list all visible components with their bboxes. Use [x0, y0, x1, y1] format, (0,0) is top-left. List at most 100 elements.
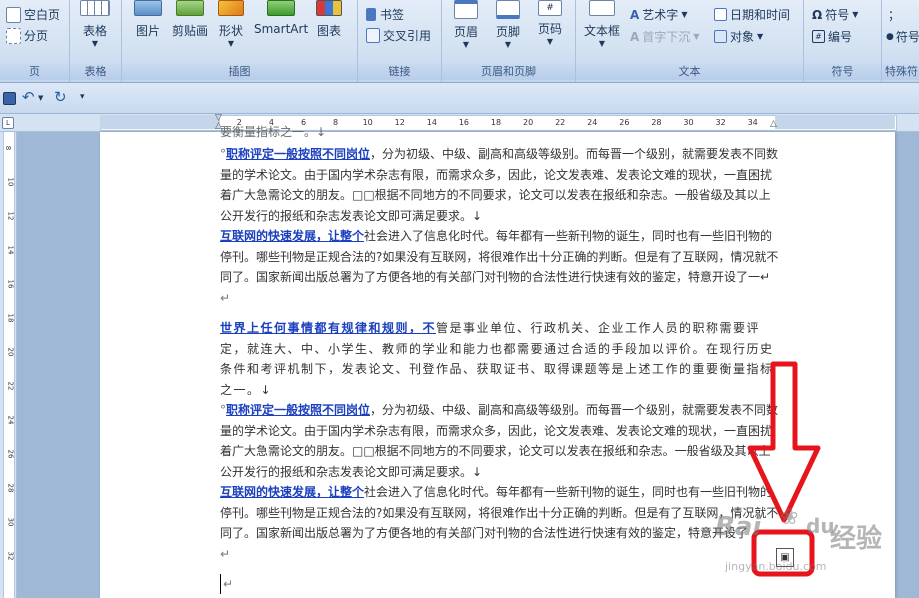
- group-illustrations: 图片 剪贴画 形状 ▼ SmartArt 图表 插图: [122, 0, 358, 82]
- clipart-icon: [176, 0, 204, 16]
- vertical-ruler: 8 10 12 14 16 18 20 22 24 26 28 30 32: [0, 132, 17, 598]
- group-symbols: Ω 符号 ▼ # 编号 符号: [804, 0, 882, 82]
- group-label-links: 链接: [358, 64, 441, 80]
- cross-reference-icon: [366, 28, 380, 43]
- vertical-ruler-tick-label: 16: [6, 279, 15, 289]
- wordart-dropdown-icon: ▼: [681, 10, 688, 19]
- blank-page-icon: [6, 6, 21, 23]
- vertical-ruler-tick-label: 28: [6, 483, 15, 493]
- undo-dropdown-icon[interactable]: ▼: [38, 94, 43, 102]
- shapes-dropdown-icon: ▼: [227, 39, 235, 48]
- paragraph-5-link[interactable]: 互联网的快速发展，让整个: [220, 485, 364, 499]
- group-label-symbols: 符号: [804, 64, 881, 80]
- vertical-ruler-tick-label: 30: [6, 517, 15, 527]
- paragraph-2-link[interactable]: 互联网的快速发展，让整个: [220, 229, 364, 243]
- drop-cap-button[interactable]: A 首字下沉 ▼: [630, 28, 699, 45]
- red-arrow-annotation: [747, 361, 821, 577]
- group-text: 文本框 ▼ A 艺术字 ▼ A 首字下沉 ▼ 日期和时间 对象 ▼ 文本: [576, 0, 804, 82]
- partial-line: 要衡量指标之一。↓: [220, 125, 327, 139]
- object-button[interactable]: 对象 ▼: [714, 28, 763, 45]
- paragraph-4: °职称评定一般按照不同岗位，分为初级、中级、副高和高级等级别。而每晋一个级别，就…: [220, 403, 779, 479]
- vertical-ruler-tick-label: 14: [6, 245, 15, 255]
- drop-cap-dropdown-icon: ▼: [693, 32, 700, 41]
- group-label-table: 表格: [70, 64, 121, 80]
- vertical-ruler-tick-label: 18: [6, 313, 15, 323]
- blank-paragraph-2: ↵: [220, 547, 231, 561]
- footer-dropdown-icon: ▼: [504, 40, 512, 49]
- shapes-icon: [218, 0, 244, 16]
- picture-button[interactable]: 图片: [134, 0, 162, 39]
- vertical-ruler-tick-label: 10: [6, 177, 15, 187]
- ruler-right-margin: [775, 115, 895, 129]
- vertical-ruler-tick-label: 20: [6, 347, 15, 357]
- group-label-header-footer: 页眉和页脚: [442, 64, 575, 80]
- semicolon-button[interactable]: ；: [888, 6, 900, 23]
- omega-icon: Ω: [812, 7, 823, 22]
- numbering-button[interactable]: # 编号: [812, 28, 852, 45]
- watermark-jing: 经验: [830, 524, 883, 554]
- group-links: 书签 交叉引用 链接: [358, 0, 442, 82]
- tab-selector-icon[interactable]: L: [2, 117, 14, 129]
- vertical-ruler-track: 8 10 12 14 16 18 20 22 24 26 28 30 32: [3, 132, 15, 598]
- group-label-pages: 页: [0, 64, 69, 80]
- object-dropdown-icon: ▼: [757, 32, 764, 41]
- vertical-ruler-tick-label: 22: [6, 381, 15, 391]
- page-number-dropdown-icon: ▼: [546, 37, 554, 46]
- picture-icon: [134, 0, 162, 16]
- wordart-icon: A: [630, 7, 640, 22]
- save-icon[interactable]: [3, 92, 16, 105]
- paragraph-1-link[interactable]: 职称评定一般按照不同岗位: [226, 147, 370, 161]
- footer-icon: [496, 0, 520, 19]
- page-break-icon: [6, 27, 21, 44]
- footer-button[interactable]: 页脚 ▼: [496, 0, 520, 49]
- watermark-brand: Bai: [715, 512, 762, 542]
- chart-icon: [316, 0, 342, 16]
- redo-icon[interactable]: ↻: [54, 88, 67, 106]
- smartart-icon: [267, 0, 296, 16]
- table-button[interactable]: 表格 ▼: [80, 0, 110, 48]
- bullet-icon: ●: [886, 31, 894, 42]
- date-time-button[interactable]: 日期和时间: [714, 6, 790, 23]
- page-break-button[interactable]: 分页: [6, 27, 48, 44]
- group-label-special-symbols: 特殊符: [882, 64, 919, 80]
- paragraph-3: 世界上任何事情都有规律和规则，不管是事业单位、行政机关、企业工作人员的职称需要评…: [220, 321, 774, 397]
- vertical-ruler-tick-label: 24: [6, 415, 15, 425]
- drop-cap-icon: A: [630, 29, 640, 44]
- paragraph-3-link[interactable]: 世界上任何事情都有规律和规则，不: [220, 321, 436, 335]
- group-pages: 空白页 分页 页: [0, 0, 70, 82]
- group-label-illustrations: 插图: [122, 64, 357, 80]
- clipart-button[interactable]: 剪贴画: [172, 0, 208, 39]
- page-number-button[interactable]: # 页码 ▼: [538, 0, 562, 46]
- cursor-paragraph-mark: ↵: [223, 577, 234, 591]
- textbox-button[interactable]: 文本框 ▼: [584, 0, 620, 48]
- text-cursor: [220, 574, 221, 594]
- paragraph-4-link[interactable]: 职称评定一般按照不同岗位: [226, 403, 370, 417]
- cross-reference-button[interactable]: 交叉引用: [366, 27, 431, 44]
- paragraph-2: 互联网的快速发展，让整个社会进入了信息化时代。每年都有一些新刊物的诞生，同时也有…: [220, 229, 779, 284]
- down-arrow-icon: [747, 361, 821, 523]
- symbol-button[interactable]: Ω 符号 ▼: [812, 6, 858, 23]
- header-button[interactable]: 页眉 ▼: [454, 0, 478, 49]
- quick-access-toolbar: ↶ ▼ ↻ ▾: [0, 83, 919, 114]
- shapes-button[interactable]: 形状 ▼: [218, 0, 244, 48]
- chart-button[interactable]: 图表: [316, 0, 342, 39]
- wordart-button[interactable]: A 艺术字 ▼: [630, 6, 687, 23]
- table-dropdown-icon: ▼: [91, 39, 99, 48]
- group-special-symbols: ； ● 符号 特殊符: [882, 0, 919, 82]
- undo-icon[interactable]: ↶: [22, 88, 35, 106]
- header-icon: [454, 0, 478, 19]
- page-number-icon: #: [538, 0, 562, 16]
- numbering-icon: #: [812, 30, 825, 43]
- textbox-icon: [589, 0, 615, 16]
- bookmark-icon: [366, 8, 376, 21]
- blank-page-button[interactable]: 空白页: [6, 6, 60, 23]
- ribbon: 空白页 分页 页 表格 ▼ 表格 图片 剪贴画 形状 ▼ SmartArt 图表…: [0, 0, 919, 83]
- watermark-paw-icon: ❀: [780, 505, 799, 530]
- vertical-ruler-tick-label: 26: [6, 449, 15, 459]
- group-header-footer: 页眉 ▼ 页脚 ▼ # 页码 ▼ 页眉和页脚: [442, 0, 576, 82]
- bookmark-button[interactable]: 书签: [366, 6, 404, 23]
- vertical-ruler-tick-label: 8: [4, 145, 13, 151]
- customize-toolbar-icon[interactable]: ▾: [80, 92, 85, 102]
- smartart-button[interactable]: SmartArt: [254, 0, 308, 36]
- special-symbol-button[interactable]: ● 符号: [886, 28, 919, 45]
